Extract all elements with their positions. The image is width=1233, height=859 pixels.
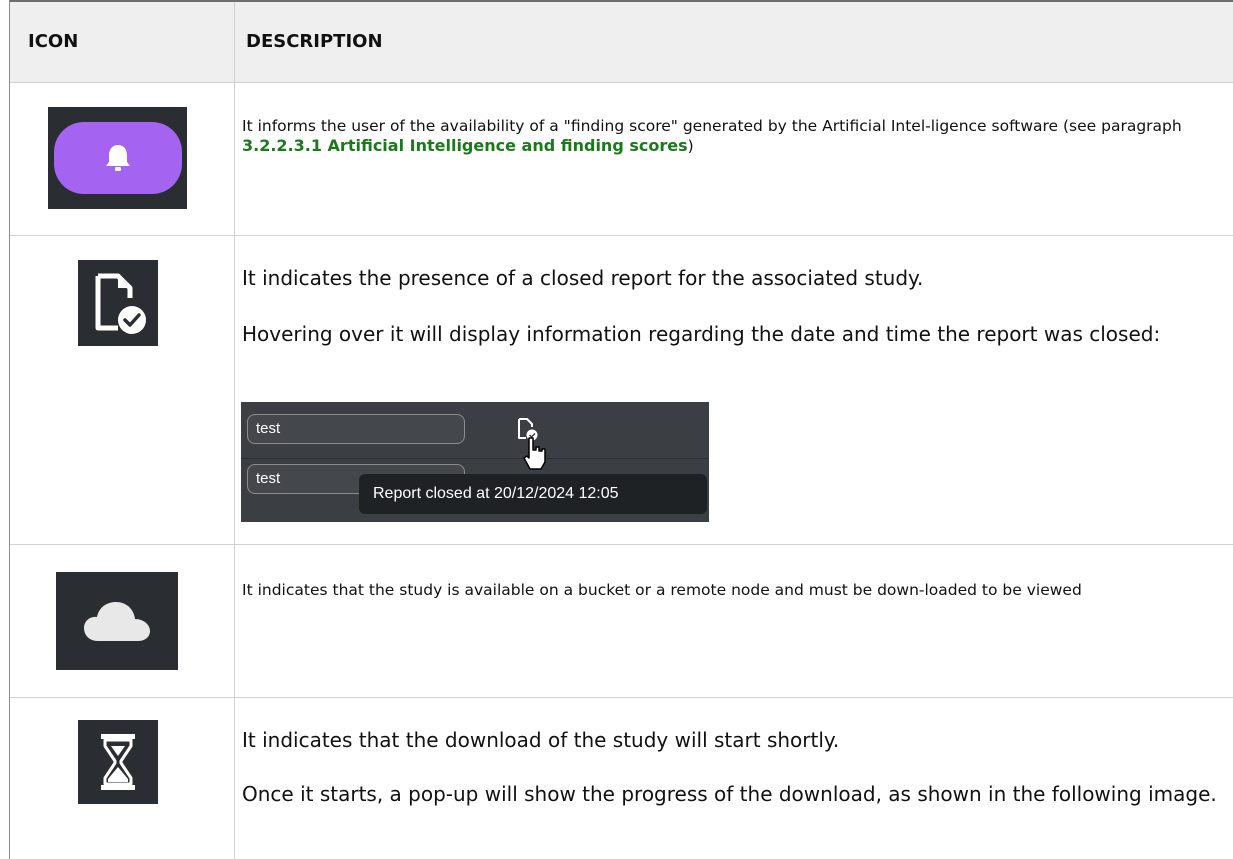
description-text: It informs the user of the availability … — [242, 117, 1182, 135]
row-divider — [10, 544, 1233, 545]
hourglass-icon-cell — [78, 720, 158, 804]
hourglass-icon — [101, 734, 135, 790]
bell-badge — [53, 122, 182, 194]
closed-report-icon-cell — [78, 260, 158, 346]
description-text-end: ) — [687, 137, 694, 155]
column-divider — [234, 2, 235, 859]
row-description-p2: Hovering over it will display informatio… — [242, 322, 1161, 346]
row-divider — [10, 235, 1233, 236]
bell-icon-cell — [48, 107, 187, 209]
closed-report-icon — [95, 273, 146, 334]
row-description-p1: It indicates that the download of the st… — [242, 728, 840, 752]
row-description-p2: Once it starts, a pop-up will show the p… — [242, 782, 1217, 806]
row-divider — [10, 697, 1233, 698]
row-description: It indicates that the study is available… — [242, 581, 1082, 599]
hand-cursor-icon — [523, 437, 546, 470]
tooltip: Report closed at 20/12/2024 12:05 — [359, 474, 707, 514]
section-link[interactable]: 3.2.2.3.1 Artificial Intelligence and fi… — [242, 136, 688, 155]
cloud-icon — [84, 602, 150, 641]
row-description: It informs the user of the availability … — [242, 116, 1224, 156]
example-screenshot: test test Report closed at 20/12/2024 12… — [241, 402, 709, 522]
screenshot-divider — [241, 458, 709, 459]
test-field: test — [247, 414, 465, 444]
bell-icon — [105, 145, 130, 171]
table-header: ICON DESCRIPTION — [10, 2, 1233, 83]
row-description-p1: It indicates the presence of a closed re… — [242, 266, 924, 290]
header-description: DESCRIPTION — [246, 31, 383, 52]
cloud-icon-cell — [56, 572, 178, 670]
icon-description-table: ICON DESCRIPTION It informs the user of … — [9, 0, 1233, 859]
header-icon: ICON — [28, 31, 79, 52]
